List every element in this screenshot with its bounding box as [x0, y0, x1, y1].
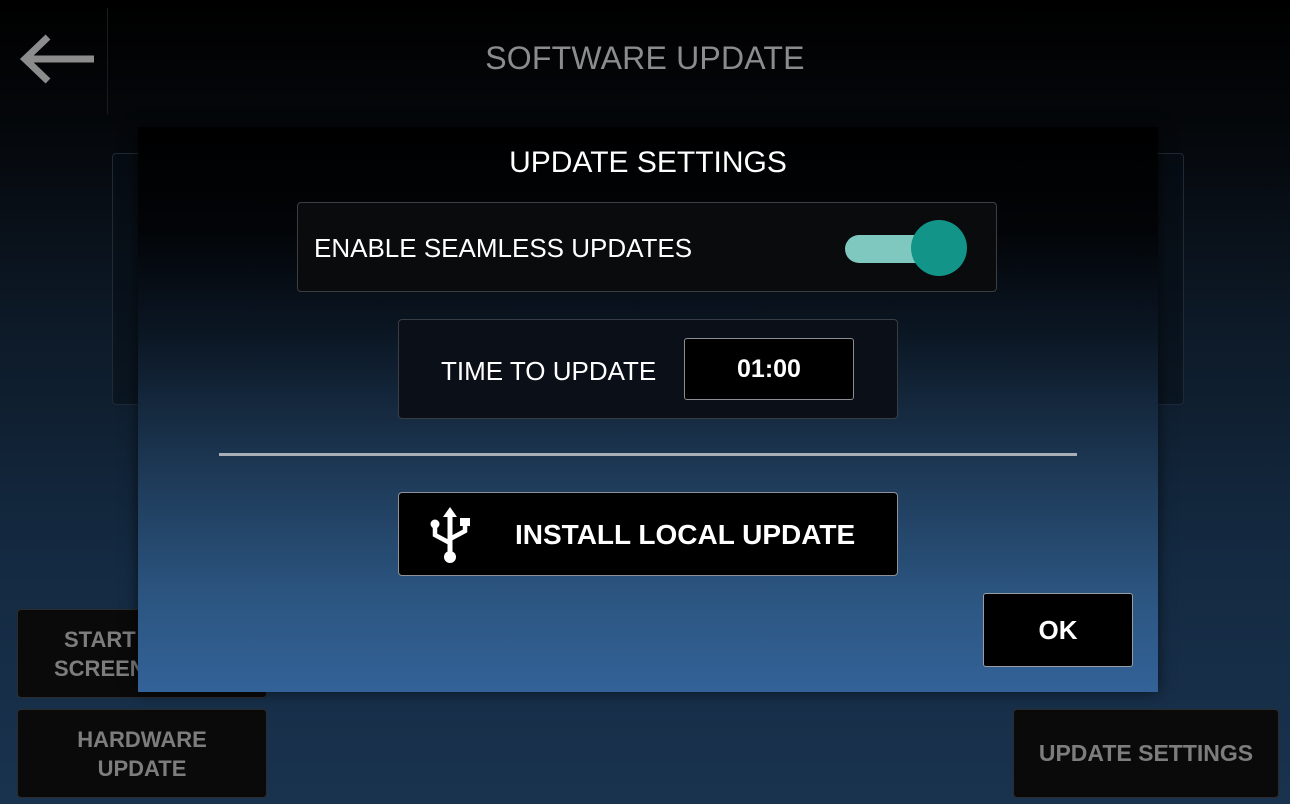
- toggle-knob: [911, 220, 967, 276]
- page-title: SOFTWARE UPDATE: [485, 40, 805, 76]
- update-settings-button[interactable]: UPDATE SETTINGS: [1013, 709, 1279, 798]
- seamless-updates-label: ENABLE SEAMLESS UPDATES: [314, 233, 693, 263]
- update-settings-dialog: UPDATE SETTINGS ENABLE SEAMLESS UPDATES …: [138, 127, 1158, 692]
- install-local-update-button[interactable]: INSTALL LOCAL UPDATE: [398, 492, 898, 576]
- update-settings-label: UPDATE SETTINGS: [1038, 740, 1254, 766]
- dialog-title: UPDATE SETTINGS: [509, 146, 787, 179]
- time-to-update-label: TIME TO UPDATE: [441, 356, 657, 386]
- hardware-update-button[interactable]: HARDWARE UPDATE: [17, 709, 267, 798]
- hardware-update-label-line2: UPDATE: [97, 755, 187, 781]
- install-local-update-label: INSTALL LOCAL UPDATE: [515, 519, 856, 550]
- time-to-update-field[interactable]: 01:00: [684, 338, 854, 400]
- software-update-screen: SOFTWARE UPDATE START SCREEN HARDWARE UP…: [0, 0, 1290, 804]
- seamless-updates-row: ENABLE SEAMLESS UPDATES: [297, 202, 997, 292]
- seamless-updates-toggle[interactable]: [843, 219, 973, 277]
- ok-button[interactable]: OK: [983, 593, 1133, 667]
- start-screen-label-line2: SCREEN: [54, 655, 146, 681]
- section-divider: [219, 453, 1077, 456]
- start-screen-label-line1: START: [63, 626, 136, 652]
- time-to-update-row: TIME TO UPDATE 01:00: [398, 319, 898, 419]
- hardware-update-label-line1: HARDWARE: [77, 726, 207, 752]
- usb-icon: [430, 507, 470, 563]
